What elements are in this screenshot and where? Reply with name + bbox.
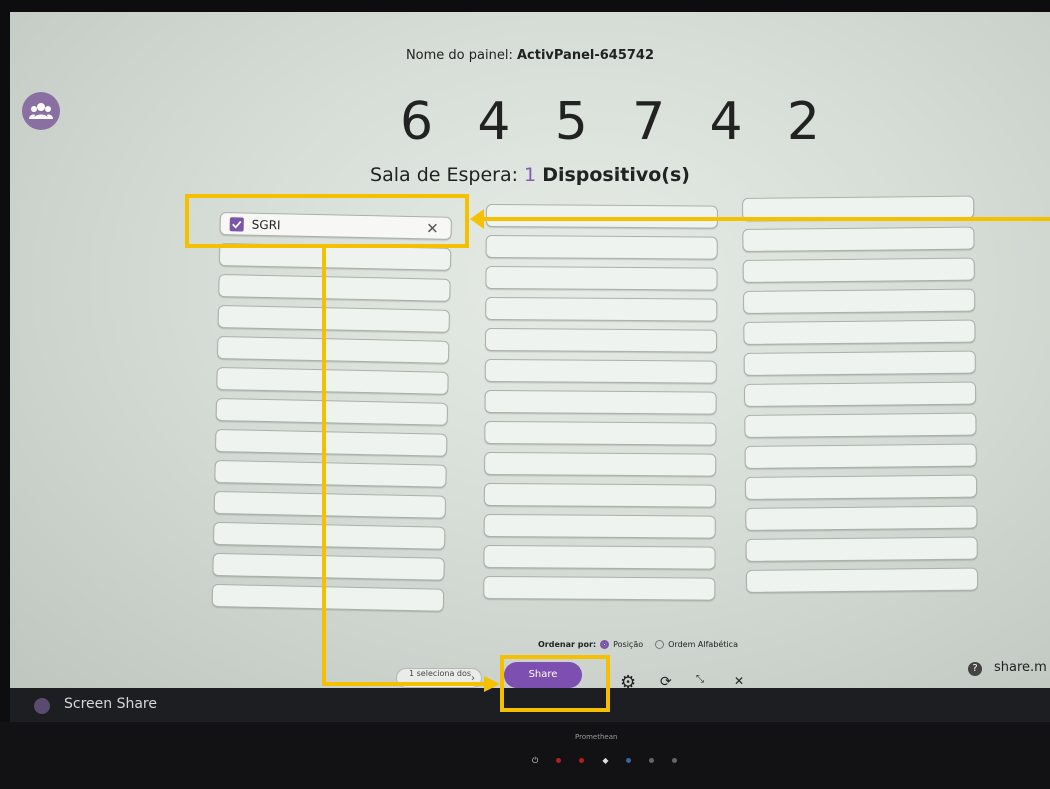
empty-device-slot xyxy=(214,428,448,457)
code-digit: 4 xyxy=(477,92,511,152)
annotation-connector-line xyxy=(322,682,490,686)
empty-device-slot xyxy=(485,234,718,260)
waiting-room-label: Sala de Espera: xyxy=(370,164,518,186)
empty-device-slot xyxy=(483,544,716,570)
empty-device-slot xyxy=(743,319,976,345)
sort-position-radio[interactable] xyxy=(600,640,610,649)
arrow-left-icon xyxy=(470,209,484,229)
power-icon[interactable]: ⏻ xyxy=(532,756,538,766)
empty-device-slot xyxy=(484,451,717,477)
connection-code: 6 4 5 7 4 2 xyxy=(400,92,820,152)
empty-device-slot xyxy=(483,482,717,508)
waiting-room-heading: Sala de Espera: 1 Dispositivo(s) xyxy=(10,164,1050,186)
participants-button[interactable] xyxy=(22,92,60,130)
people-icon xyxy=(29,103,53,119)
indicator-icon xyxy=(626,758,632,763)
panel-name: Nome do painel: ActivPanel-645742 xyxy=(10,48,1050,63)
empty-device-slot xyxy=(484,420,717,446)
code-digit: 6 xyxy=(400,92,434,152)
sort-position-label[interactable]: Posição xyxy=(613,640,643,649)
empty-device-slot xyxy=(214,459,447,488)
empty-device-slot xyxy=(484,389,717,415)
share-url: share.m xyxy=(994,660,1047,675)
empty-device-slot xyxy=(743,381,977,407)
highlight-box-share xyxy=(500,655,610,712)
empty-device-slot xyxy=(744,443,977,469)
sort-options: Ordenar por: Posição Ordem Alfabética xyxy=(538,640,738,649)
empty-device-slot xyxy=(484,358,717,384)
empty-device-slot xyxy=(213,521,446,550)
code-digit: 5 xyxy=(554,92,588,152)
empty-device-slot xyxy=(213,490,447,519)
empty-device-slot xyxy=(744,412,977,438)
empty-device-slot xyxy=(485,296,718,322)
screen-share-label[interactable]: Screen Share xyxy=(64,696,157,712)
empty-device-slot xyxy=(212,552,445,581)
sort-label: Ordenar por: xyxy=(538,640,597,649)
empty-device-slot xyxy=(218,273,451,302)
code-digit: 4 xyxy=(709,92,743,152)
empty-device-slot xyxy=(485,265,718,291)
empty-device-slot xyxy=(745,536,978,562)
selected-count-label: 1 seleciona dos xyxy=(409,669,472,678)
highlight-box-device xyxy=(185,194,469,248)
indicator-icon xyxy=(556,758,562,763)
empty-device-slot xyxy=(484,327,718,353)
empty-device-slot xyxy=(483,513,716,539)
panel-screen: Nome do painel: ActivPanel-645742 6 4 5 … xyxy=(10,12,1050,688)
empty-device-slot xyxy=(743,350,976,376)
code-digit: 7 xyxy=(632,92,666,152)
empty-device-slot xyxy=(745,505,978,531)
code-digit: 2 xyxy=(786,92,820,152)
waiting-room-count: 1 xyxy=(524,164,537,186)
sort-alphabetical-label[interactable]: Ordem Alfabética xyxy=(668,640,738,649)
collapse-icon[interactable]: ⤡ xyxy=(696,674,704,685)
brand-logo: Promethean xyxy=(575,733,618,741)
close-icon[interactable]: ✕ xyxy=(734,674,744,688)
screen-share-icon[interactable] xyxy=(34,698,50,714)
empty-device-slot xyxy=(211,583,445,612)
pen-icon[interactable]: ◆ xyxy=(602,756,608,766)
hardware-buttons: ⏻ ◆ xyxy=(532,756,678,766)
device-column-3 xyxy=(742,195,979,593)
empty-device-slot xyxy=(483,575,716,601)
empty-device-slot xyxy=(215,397,449,426)
empty-device-slot xyxy=(745,567,979,593)
empty-device-slot xyxy=(742,257,975,283)
empty-device-slot xyxy=(216,335,450,364)
empty-device-slot xyxy=(216,366,449,395)
device-column-1: SGRI ✕ xyxy=(211,212,452,612)
display-bezel xyxy=(0,722,1050,789)
annotation-connector-line xyxy=(322,248,326,686)
help-icon[interactable]: ? xyxy=(968,662,982,676)
annotation-arrow-line xyxy=(476,217,1050,221)
empty-device-slot xyxy=(742,226,975,252)
empty-device-slot xyxy=(744,474,978,500)
waiting-room-unit: Dispositivo(s) xyxy=(542,164,690,186)
sort-alphabetical-radio[interactable] xyxy=(655,640,665,649)
device-column-2 xyxy=(483,204,718,601)
indicator-icon xyxy=(579,758,585,763)
indicator-icon xyxy=(649,758,655,763)
volume-icon[interactable] xyxy=(672,758,678,763)
panel-name-value: ActivPanel-645742 xyxy=(516,48,655,63)
empty-device-slot xyxy=(217,304,451,333)
arrow-right-icon xyxy=(484,676,500,692)
panel-name-label: Nome do painel: xyxy=(405,48,513,63)
empty-device-slot xyxy=(742,288,976,314)
